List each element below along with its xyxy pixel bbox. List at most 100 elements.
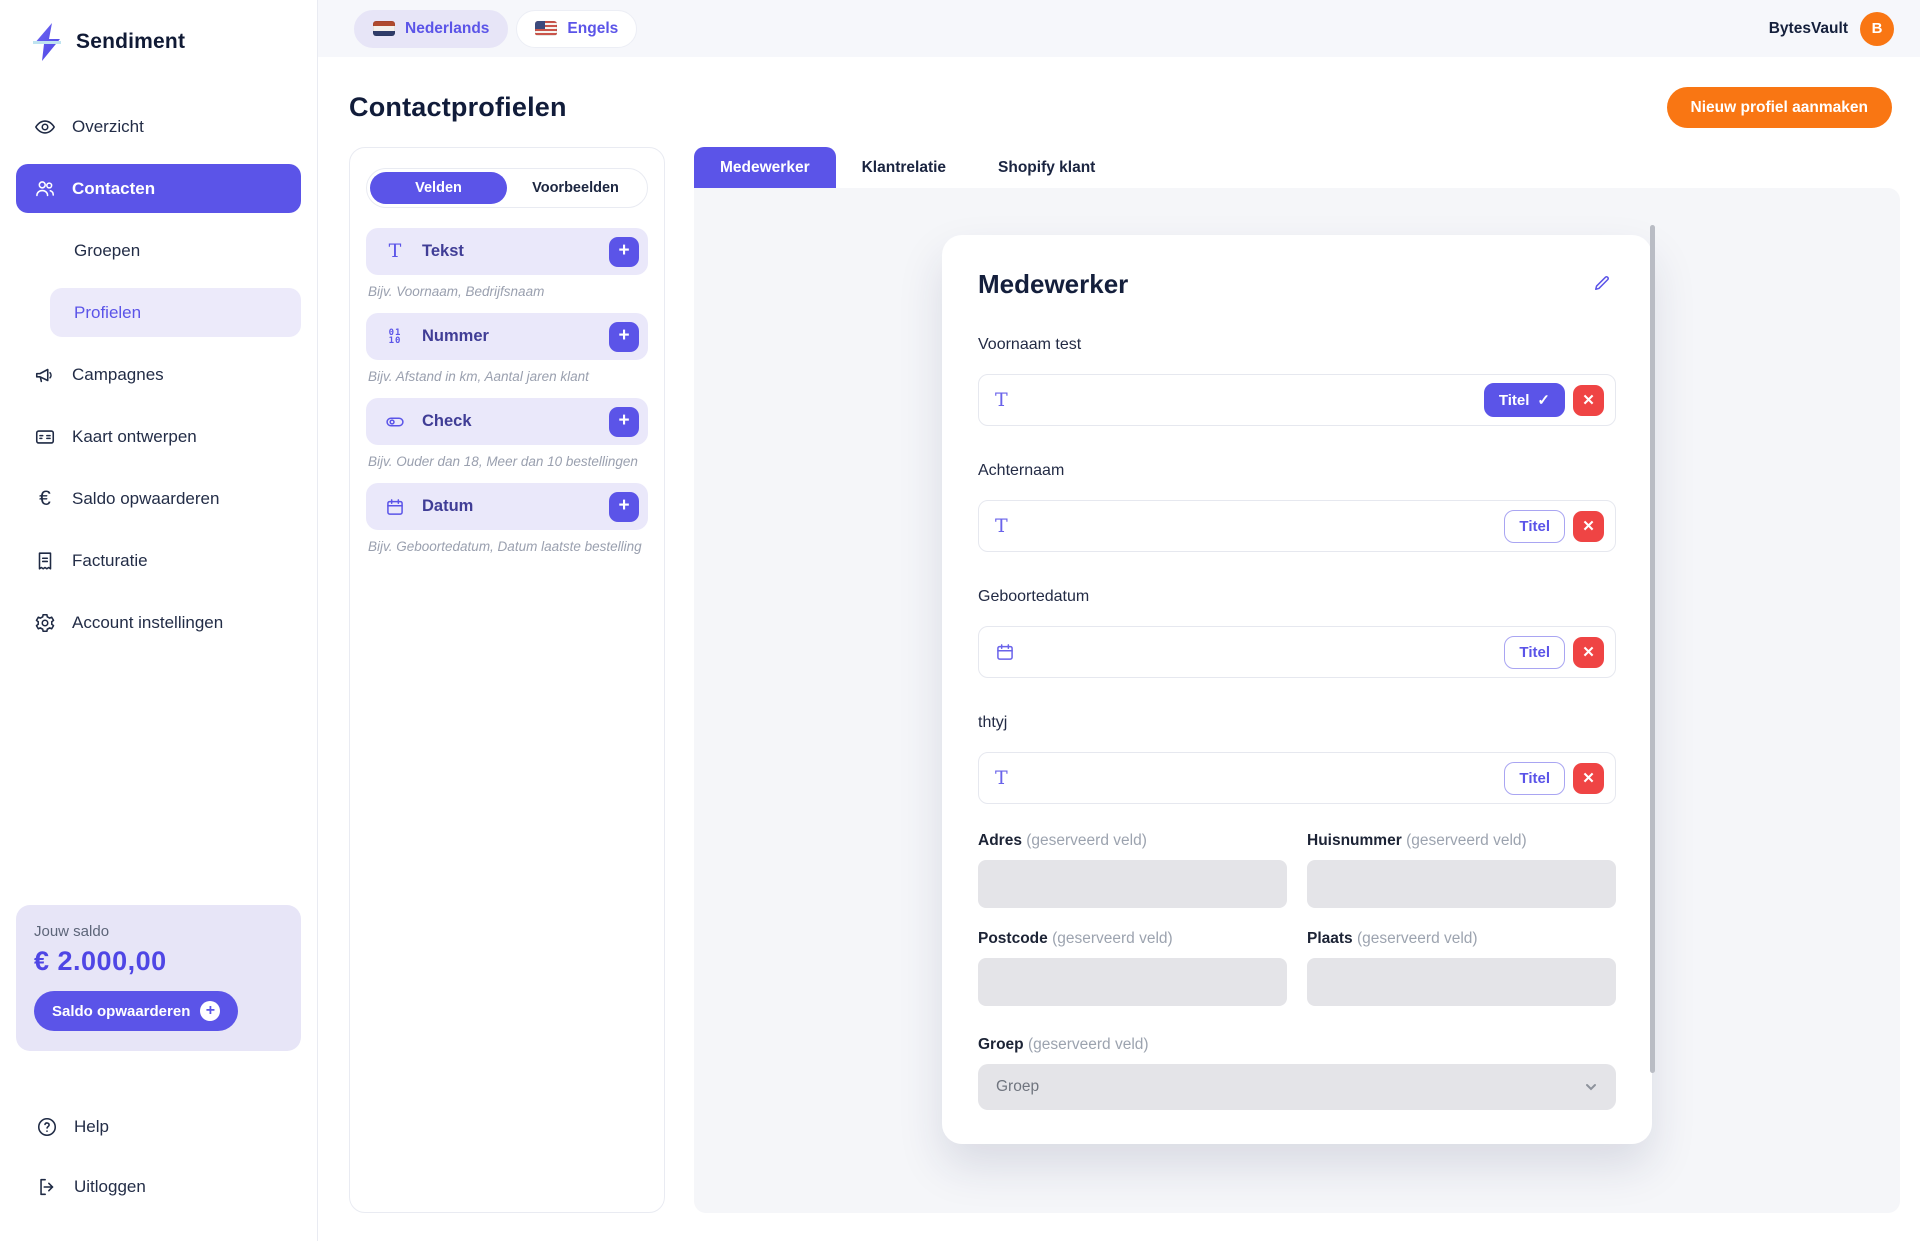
sidebar-item-contacten[interactable]: Contacten xyxy=(16,164,301,213)
balance-topup-button[interactable]: Saldo opwaarderen + xyxy=(34,991,238,1031)
new-profile-button[interactable]: Nieuw profiel aanmaken xyxy=(1667,87,1892,128)
sidebar-item-label: Facturatie xyxy=(72,551,148,571)
field-type-check[interactable]: Check + xyxy=(366,398,648,445)
titel-toggle-button[interactable]: Titel xyxy=(1504,762,1565,795)
add-datum-button[interactable]: + xyxy=(609,492,639,522)
field-type-hint: Bijv. Afstand in km, Aantal jaren klant xyxy=(368,369,646,384)
field-type-label: Tekst xyxy=(422,242,464,261)
sidebar-footer: Help Uitloggen xyxy=(16,1107,301,1207)
remove-field-button[interactable]: ✕ xyxy=(1573,511,1604,542)
main-content: Contactprofielen Nieuw profiel aanmaken … xyxy=(318,57,1920,1241)
reserved-field-label: Plaats (geserveerd veld) xyxy=(1307,930,1616,948)
add-check-button[interactable]: + xyxy=(609,407,639,437)
sidebar-item-saldo-opwaarderen[interactable]: € Saldo opwaarderen xyxy=(16,474,301,523)
field-type-hint: Bijv. Geboortedatum, Datum laatste beste… xyxy=(368,539,646,554)
reserved-field-label: Postcode (geserveerd veld) xyxy=(978,930,1287,948)
reserved-note: (geserveerd veld) xyxy=(1052,930,1173,947)
tab-klantrelatie[interactable]: Klantrelatie xyxy=(836,147,972,188)
language-label: Nederlands xyxy=(405,20,489,38)
remove-field-button[interactable]: ✕ xyxy=(1573,385,1604,416)
field-type-label: Nummer xyxy=(422,327,489,346)
sidebar-item-facturatie[interactable]: Facturatie xyxy=(16,536,301,585)
language-pill-engels[interactable]: Engels xyxy=(516,10,637,48)
profile-field-geboortedatum: Geboortedatum Titel ✕ xyxy=(978,588,1616,678)
content-columns: Velden Voorbeelden T Tekst + Bijv. Voorn… xyxy=(349,147,1900,1213)
reserved-note: (geserveerd veld) xyxy=(1406,832,1527,849)
account-name: BytesVault xyxy=(1769,20,1848,38)
sidebar-item-kaart-ontwerpen[interactable]: Kaart ontwerpen xyxy=(16,412,301,461)
balance-amount: € 2.000,00 xyxy=(34,946,283,977)
card-scrollbar[interactable] xyxy=(1650,225,1655,1073)
brand-logo: Sendiment xyxy=(16,22,301,62)
lightning-bolt-icon xyxy=(30,22,64,62)
toggle-icon xyxy=(384,412,406,432)
app-root: Sendiment Overzicht Contacten Groepen Pr… xyxy=(0,0,1920,1241)
tab-voorbeelden[interactable]: Voorbeelden xyxy=(507,172,644,204)
reserved-field-label: Huisnummer (geserveerd veld) xyxy=(1307,832,1616,850)
field-label: Geboortedatum xyxy=(978,588,1616,606)
reserved-label-text: Groep xyxy=(978,1036,1024,1053)
language-pill-nederlands[interactable]: Nederlands xyxy=(354,10,508,48)
reserved-note: (geserveerd veld) xyxy=(1026,832,1147,849)
field-type-datum[interactable]: Datum + xyxy=(366,483,648,530)
tab-shopify-klant[interactable]: Shopify klant xyxy=(972,147,1121,188)
sidebar-item-label: Kaart ontwerpen xyxy=(72,427,197,447)
balance-box: Jouw saldo € 2.000,00 Saldo opwaarderen … xyxy=(16,905,301,1051)
sidebar-nav: Overzicht Contacten Groepen Profielen Ca… xyxy=(16,102,301,647)
sidebar-item-label: Contacten xyxy=(72,179,155,199)
megaphone-icon xyxy=(34,364,56,386)
plaats-input xyxy=(1307,958,1616,1006)
field-type-nummer[interactable]: 01 10 Nummer + xyxy=(366,313,648,360)
tab-medewerker[interactable]: Medewerker xyxy=(694,147,836,188)
remove-field-button[interactable]: ✕ xyxy=(1573,637,1604,668)
sidebar-item-label: Account instellingen xyxy=(72,613,223,633)
field-type-hint: Bijv. Ouder dan 18, Meer dan 10 bestelli… xyxy=(368,454,646,469)
close-icon: ✕ xyxy=(1582,517,1595,535)
sidebar-item-campagnes[interactable]: Campagnes xyxy=(16,350,301,399)
field-label: Achternaam xyxy=(978,462,1616,480)
add-tekst-button[interactable]: + xyxy=(609,237,639,267)
field-actions: Titel ✓ ✕ xyxy=(1484,383,1604,417)
field-type-tekst[interactable]: T Tekst + xyxy=(366,228,648,275)
page-header: Contactprofielen Nieuw profiel aanmaken xyxy=(318,57,1920,128)
sidebar: Sendiment Overzicht Contacten Groepen Pr… xyxy=(0,0,318,1241)
titel-toggle-button[interactable]: Titel xyxy=(1504,510,1565,543)
profile-field-achternaam: Achternaam T Titel ✕ xyxy=(978,462,1616,552)
sidebar-item-account-instellingen[interactable]: Account instellingen xyxy=(16,598,301,647)
sidebar-item-overzicht[interactable]: Overzicht xyxy=(16,102,301,151)
field-type-label: Check xyxy=(422,412,472,431)
page-title: Contactprofielen xyxy=(349,92,567,123)
balance-topup-label: Saldo opwaarderen xyxy=(52,1003,190,1020)
calendar-icon xyxy=(384,497,406,517)
euro-icon: € xyxy=(34,487,56,511)
account-menu[interactable]: BytesVault B xyxy=(1769,12,1894,46)
invoice-icon xyxy=(34,550,56,572)
sidebar-item-groepen[interactable]: Groepen xyxy=(16,226,301,275)
gear-icon xyxy=(34,612,56,634)
field-actions: Titel ✕ xyxy=(1504,762,1604,795)
sidebar-item-help[interactable]: Help xyxy=(18,1107,301,1147)
titel-label: Titel xyxy=(1519,518,1550,535)
fields-panel: Velden Voorbeelden T Tekst + Bijv. Voorn… xyxy=(349,147,665,1213)
reserved-field-groep: Groep (geserveerd veld) Groep xyxy=(978,1036,1616,1110)
reserved-label-text: Postcode xyxy=(978,930,1048,947)
reserved-field-postcode: Postcode (geserveerd veld) xyxy=(978,930,1287,1006)
tab-label: Medewerker xyxy=(720,159,810,177)
field-type-label: Datum xyxy=(422,497,473,516)
titel-toggle-button[interactable]: Titel ✓ xyxy=(1484,383,1565,417)
add-nummer-button[interactable]: + xyxy=(609,322,639,352)
number-icon: 01 10 xyxy=(384,329,406,345)
language-label: Engels xyxy=(567,20,618,38)
edit-profile-button[interactable] xyxy=(1588,269,1616,300)
field-row: Titel ✕ xyxy=(978,626,1616,678)
check-icon: ✓ xyxy=(1537,391,1550,409)
titel-toggle-button[interactable]: Titel xyxy=(1504,636,1565,669)
tab-velden[interactable]: Velden xyxy=(370,172,507,204)
close-icon: ✕ xyxy=(1582,643,1595,661)
remove-field-button[interactable]: ✕ xyxy=(1573,763,1604,794)
reserved-field-adres: Adres (geserveerd veld) xyxy=(978,832,1287,908)
tab-label: Klantrelatie xyxy=(862,159,946,177)
field-label: Voornaam test xyxy=(978,336,1616,354)
sidebar-item-profielen[interactable]: Profielen xyxy=(50,288,301,337)
sidebar-item-uitloggen[interactable]: Uitloggen xyxy=(18,1167,301,1207)
